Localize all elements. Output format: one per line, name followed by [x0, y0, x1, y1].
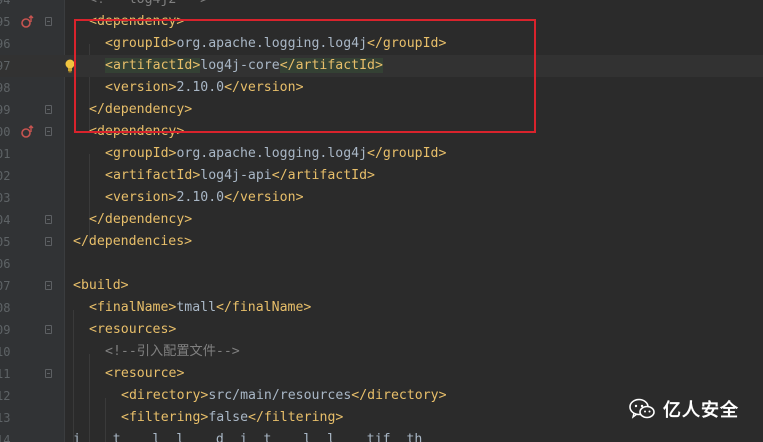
code-text[interactable]: <build> [73, 275, 129, 297]
line-number: 07 [0, 279, 11, 293]
line-number: 94 [0, 0, 11, 7]
xml-text: 2.10.0 [176, 190, 225, 205]
override-marker-icon[interactable] [20, 125, 34, 139]
line-number: 05 [0, 235, 11, 249]
line-number: 08 [0, 301, 11, 315]
line-number: 04 [0, 213, 11, 227]
code-line[interactable]: 14 i t l l d i t l l tif th [0, 429, 763, 442]
fold-marker-icon[interactable] [45, 237, 52, 246]
xml-comment: <!--引入配置文件--> [105, 344, 240, 359]
xml-text: log4j-api [200, 168, 272, 183]
line-number: 02 [0, 169, 11, 183]
xml-text: src/main/resources [208, 388, 352, 403]
xml-tag: <groupId> [105, 146, 177, 161]
line-number: 96 [0, 37, 11, 51]
fold-marker-icon[interactable] [45, 369, 52, 378]
line-number: 12 [0, 389, 11, 403]
fold-marker-icon[interactable] [45, 215, 52, 224]
line-number: 98 [0, 81, 11, 95]
xml-text: tmall [176, 300, 217, 315]
code-line[interactable]: 01 <groupId>org.apache.logging.log4j</gro… [0, 143, 763, 165]
code-text[interactable]: <!-- log4j2 --> [89, 0, 208, 11]
code-text[interactable]: <version>2.10.0</version> [105, 187, 304, 209]
line-number: 11 [0, 367, 11, 381]
line-number: 97 [0, 59, 11, 73]
xml-tag: </dependency> [89, 212, 193, 227]
xml-tag: </filtering> [248, 410, 344, 425]
fold-marker-icon[interactable] [45, 17, 52, 26]
code-text[interactable]: <finalName>tmall</finalName> [89, 297, 311, 319]
xml-tag: <version> [105, 190, 177, 205]
code-line[interactable]: 08 <finalName>tmall</finalName> [0, 297, 763, 319]
xml-tag: <directory> [121, 388, 209, 403]
code-line[interactable]: 07 <build> [0, 275, 763, 297]
watermark: 亿人安全 [629, 396, 739, 422]
code-text[interactable]: <directory>src/main/resources</directory… [121, 385, 447, 407]
xml-tag: </version> [224, 190, 304, 205]
wechat-icon [629, 398, 655, 419]
line-number: 13 [0, 411, 11, 425]
line-number: 01 [0, 147, 11, 161]
xml-tag: </finalName> [216, 300, 312, 315]
line-number: 10 [0, 345, 11, 359]
code-line[interactable]: 94 <!-- log4j2 --> [0, 0, 763, 11]
xml-tag: </dependencies> [73, 234, 193, 249]
code-text[interactable]: <groupId>org.apache.logging.log4j</group… [105, 143, 446, 165]
fold-marker-icon[interactable] [45, 281, 52, 290]
line-number: 09 [0, 323, 11, 337]
watermark-text: 亿人安全 [663, 400, 739, 421]
code-line[interactable]: 04 </dependency> [0, 209, 763, 231]
code-text[interactable]: <resources> [89, 319, 176, 341]
line-number: 14 [0, 433, 11, 442]
fold-marker-icon[interactable] [45, 127, 52, 136]
code-line[interactable]: 02 <artifactId>log4j-api</artifactId> [0, 165, 763, 187]
code-text[interactable]: <filtering>false</filtering> [121, 407, 343, 429]
xml-tag: <filtering> [121, 410, 209, 425]
code-line[interactable]: 05 </dependencies> [0, 231, 763, 253]
xml-tag: <finalName> [89, 300, 177, 315]
xml-tag: </groupId> [367, 146, 447, 161]
code-line[interactable]: 06 [0, 253, 763, 275]
xml-comment: <!-- log4j2 --> [89, 0, 208, 7]
xml-tag: <resource> [105, 366, 185, 381]
code-text[interactable]: </dependency> [89, 209, 192, 231]
xml-tag: <build> [73, 278, 129, 293]
fold-marker-icon[interactable] [45, 325, 52, 334]
code-text[interactable]: <!--引入配置文件--> [105, 341, 240, 363]
xml-tag: <artifactId> [105, 168, 201, 183]
code-line[interactable]: 11 <resource> [0, 363, 763, 385]
line-number: 95 [0, 15, 11, 29]
line-number: 99 [0, 103, 11, 117]
code-text[interactable]: <artifactId>log4j-api</artifactId> [105, 165, 375, 187]
code-text[interactable]: <resource> [105, 363, 184, 385]
code-text[interactable]: </dependencies> [73, 231, 192, 253]
xml-tag: </artifactId> [271, 168, 375, 183]
line-number: 03 [0, 191, 11, 205]
code-line[interactable]: 10 <!--引入配置文件--> [0, 341, 763, 363]
xml-text: false [208, 410, 249, 425]
code-line[interactable]: 09 <resources> [0, 319, 763, 341]
override-marker-icon[interactable] [20, 15, 34, 29]
code-line[interactable]: 03 <version>2.10.0</version> [0, 187, 763, 209]
xml-text: i t l l d i t l l tif th [73, 432, 423, 442]
highlight-annotation-box [74, 19, 536, 133]
xml-text: org.apache.logging.log4j [176, 146, 368, 161]
line-number: 06 [0, 257, 11, 271]
code-text[interactable]: i t l l d i t l l tif th [73, 429, 422, 442]
xml-tag: </directory> [351, 388, 447, 403]
fold-marker-icon[interactable] [45, 105, 52, 114]
code-editor[interactable]: 94<!-- log4j2 -->95<dependency>96<groupI… [0, 0, 763, 442]
line-number: 00 [0, 125, 11, 139]
xml-tag: <resources> [89, 322, 177, 337]
